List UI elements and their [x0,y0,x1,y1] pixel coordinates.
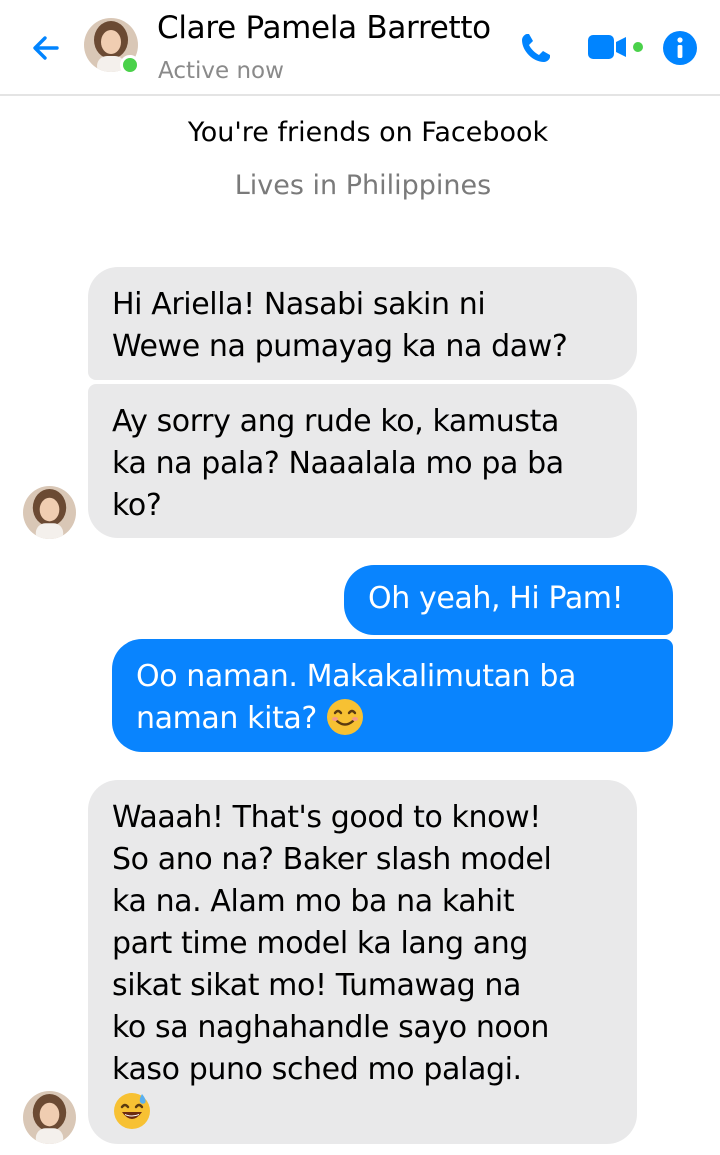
message-line: ka na pala? Naaalala mo pa ba [112,446,564,481]
friends-notice: You're friends on Facebook [187,117,549,148]
message-line: Wewe na pumayag ka na daw? [112,329,568,364]
back-button[interactable] [26,28,66,68]
message-line: Hi Ariella! Nasabi sakin ni [112,287,486,322]
message-line: kaso puno sched mo palagi. [112,1052,522,1087]
contact-name[interactable]: Clare Pamela Barretto [157,10,491,46]
message-line: Oo naman. Makakalimutan ba [136,659,576,694]
incoming-message-bubble[interactable]: Waaah! That's good to know! So ano na? B… [88,780,637,1144]
smiling-face-emoji-icon [326,698,363,735]
contact-status: Active now [158,58,284,84]
message-line [112,1091,613,1133]
message-line: part time model ka lang ang [112,926,529,961]
message-line: ka na. Alam mo ba na kahit [112,884,515,919]
message-line: Oh yeah, Hi Pam! [368,581,624,616]
incoming-message-bubble[interactable]: Hi Ariella! Nasabi sakin ni Wewe na puma… [88,267,637,380]
chat-screen: Clare Pamela Barretto Active now You're … [0,0,720,1155]
online-status-dot [120,55,140,75]
message-line: Ay sorry ang rude ko, kamusta [112,404,559,439]
video-call-button[interactable] [586,30,650,66]
info-button[interactable] [662,30,698,66]
message-line: ko sa naghahandle sayo noon [112,1010,549,1045]
contact-avatar[interactable] [84,18,140,75]
video-camera-icon [588,35,643,59]
conversation-header: Clare Pamela Barretto Active now [0,0,720,96]
message-line: naman kita? [136,698,649,740]
back-arrow-icon [33,36,59,60]
message-line: sikat sikat mo! Tumawag na [112,968,522,1003]
info-icon [663,31,697,65]
message-line: Waaah! That's good to know! [112,800,541,835]
message-line: So ano na? Baker slash model [112,842,552,877]
call-button[interactable] [516,28,556,68]
location-notice: Lives in Philippines [234,170,492,201]
message-text: naman kita? [136,701,317,736]
avatar-photo [23,1091,76,1144]
phone-icon [522,34,550,62]
sender-avatar[interactable] [23,486,76,539]
avatar-photo [23,486,76,539]
message-line: ko? [112,488,162,523]
outgoing-message-bubble[interactable]: Oh yeah, Hi Pam! [344,565,673,635]
outgoing-message-bubble[interactable]: Oo naman. Makakalimutan ba naman kita? [112,639,673,752]
grinning-sweat-emoji-icon [114,1092,150,1129]
sender-avatar[interactable] [23,1091,76,1144]
incoming-message-bubble[interactable]: Ay sorry ang rude ko, kamusta ka na pala… [88,384,637,538]
